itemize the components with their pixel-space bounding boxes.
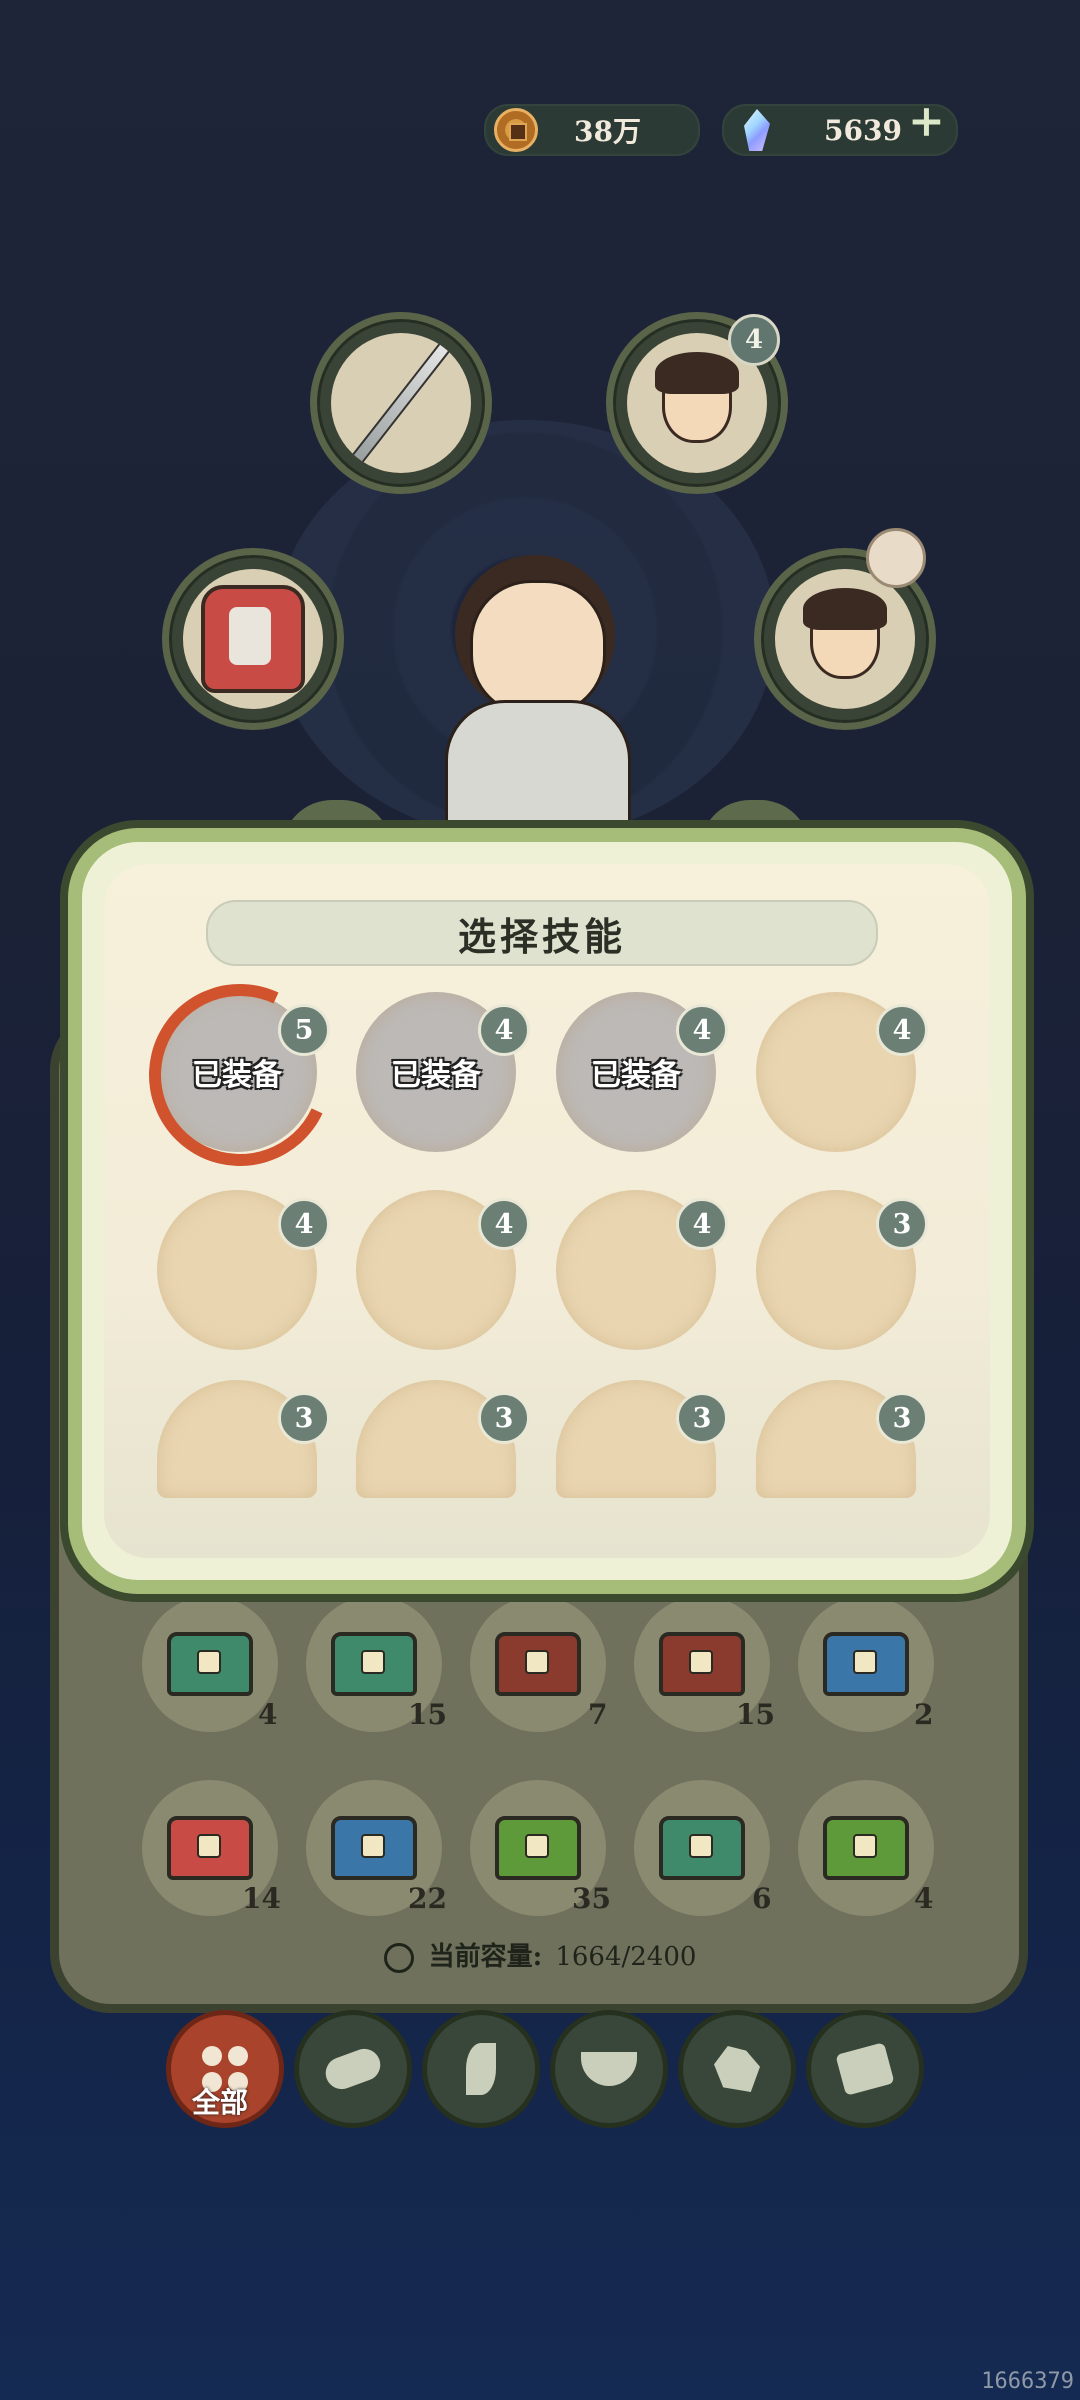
- item-quantity: 35: [572, 1882, 611, 1915]
- user-id: 1666379: [981, 2369, 1074, 2394]
- weapon-slot[interactable]: [310, 312, 492, 494]
- chest-icon: [331, 1632, 417, 1696]
- coin-amount: 38万: [574, 115, 641, 148]
- tab-wood[interactable]: [294, 2010, 412, 2128]
- capacity-label: 当前容量:: [428, 1942, 543, 1972]
- tab-herb[interactable]: [422, 2010, 540, 2128]
- item-quantity: 4: [914, 1882, 934, 1915]
- skill-count-badge: 4: [876, 1004, 928, 1056]
- scroll-icon: [835, 2042, 895, 2096]
- gem-icon: [744, 109, 770, 151]
- skill-count-badge: 4: [478, 1198, 530, 1250]
- skill-count-badge: 3: [676, 1392, 728, 1444]
- chest-icon: [823, 1816, 909, 1880]
- coin-counter: 38万: [484, 104, 700, 156]
- ore-icon: [714, 2046, 760, 2092]
- capacity-icon: [383, 1943, 414, 1973]
- chest-icon: [331, 1816, 417, 1880]
- blue-portrait-icon: [803, 588, 887, 679]
- yellow-portrait-icon: [655, 352, 739, 443]
- chest-icon: [495, 1816, 581, 1880]
- item-quantity: 22: [408, 1882, 447, 1915]
- skill-count-badge: 4: [278, 1198, 330, 1250]
- skill-count-badge: 5: [278, 1004, 330, 1056]
- item-quantity: 4: [258, 1698, 278, 1731]
- character-body: [445, 700, 631, 846]
- sword-icon: [351, 341, 451, 465]
- item-quantity: 2: [914, 1698, 934, 1731]
- equipped-label: 已装备: [391, 1058, 481, 1093]
- bowl-icon: [581, 2052, 637, 2086]
- skill-count-badge: 4: [478, 1004, 530, 1056]
- character-face: [470, 580, 606, 716]
- inventory-item[interactable]: [634, 1780, 770, 1916]
- chest-icon: [659, 1632, 745, 1696]
- add-gems-button[interactable]: +: [908, 100, 945, 144]
- item-quantity: 7: [588, 1698, 608, 1731]
- armor-slot[interactable]: [162, 548, 344, 730]
- skill-count-badge: 3: [876, 1198, 928, 1250]
- skill-count-badge: 4: [676, 1198, 728, 1250]
- gem-amount: 5639: [824, 113, 902, 147]
- capacity-readout: 当前容量: 1664/2400: [0, 1936, 1080, 1973]
- coin-icon: [494, 108, 538, 152]
- chest-icon: [167, 1632, 253, 1696]
- item-quantity: 6: [752, 1882, 772, 1915]
- tab-all-label: 全部: [191, 2086, 248, 2119]
- item-quantity: 14: [242, 1882, 281, 1915]
- herb-icon: [466, 2043, 496, 2095]
- tab-ore[interactable]: [678, 2010, 796, 2128]
- armor-icon: [201, 585, 305, 693]
- chest-icon: [167, 1816, 253, 1880]
- equipped-label: 已装备: [591, 1058, 681, 1093]
- log-icon: [321, 2044, 385, 2094]
- item-quantity: 15: [736, 1698, 775, 1731]
- tab-food[interactable]: [550, 2010, 668, 2128]
- inventory-item[interactable]: [470, 1596, 606, 1732]
- skill-count-badge: 3: [278, 1392, 330, 1444]
- chest-icon: [495, 1632, 581, 1696]
- skill-popup-title: 选择技能: [206, 900, 878, 966]
- tab-scroll[interactable]: [806, 2010, 924, 2128]
- skill-count-badge: 4: [676, 1004, 728, 1056]
- capacity-value: 1664/2400: [555, 1942, 697, 1972]
- skill-count-badge: 3: [478, 1392, 530, 1444]
- item-quantity: 15: [408, 1698, 447, 1731]
- chest-icon: [823, 1632, 909, 1696]
- companion-count-badge: 4: [728, 314, 780, 366]
- skill-count-badge: 3: [876, 1392, 928, 1444]
- chest-icon: [659, 1816, 745, 1880]
- swap-icon[interactable]: [866, 528, 926, 588]
